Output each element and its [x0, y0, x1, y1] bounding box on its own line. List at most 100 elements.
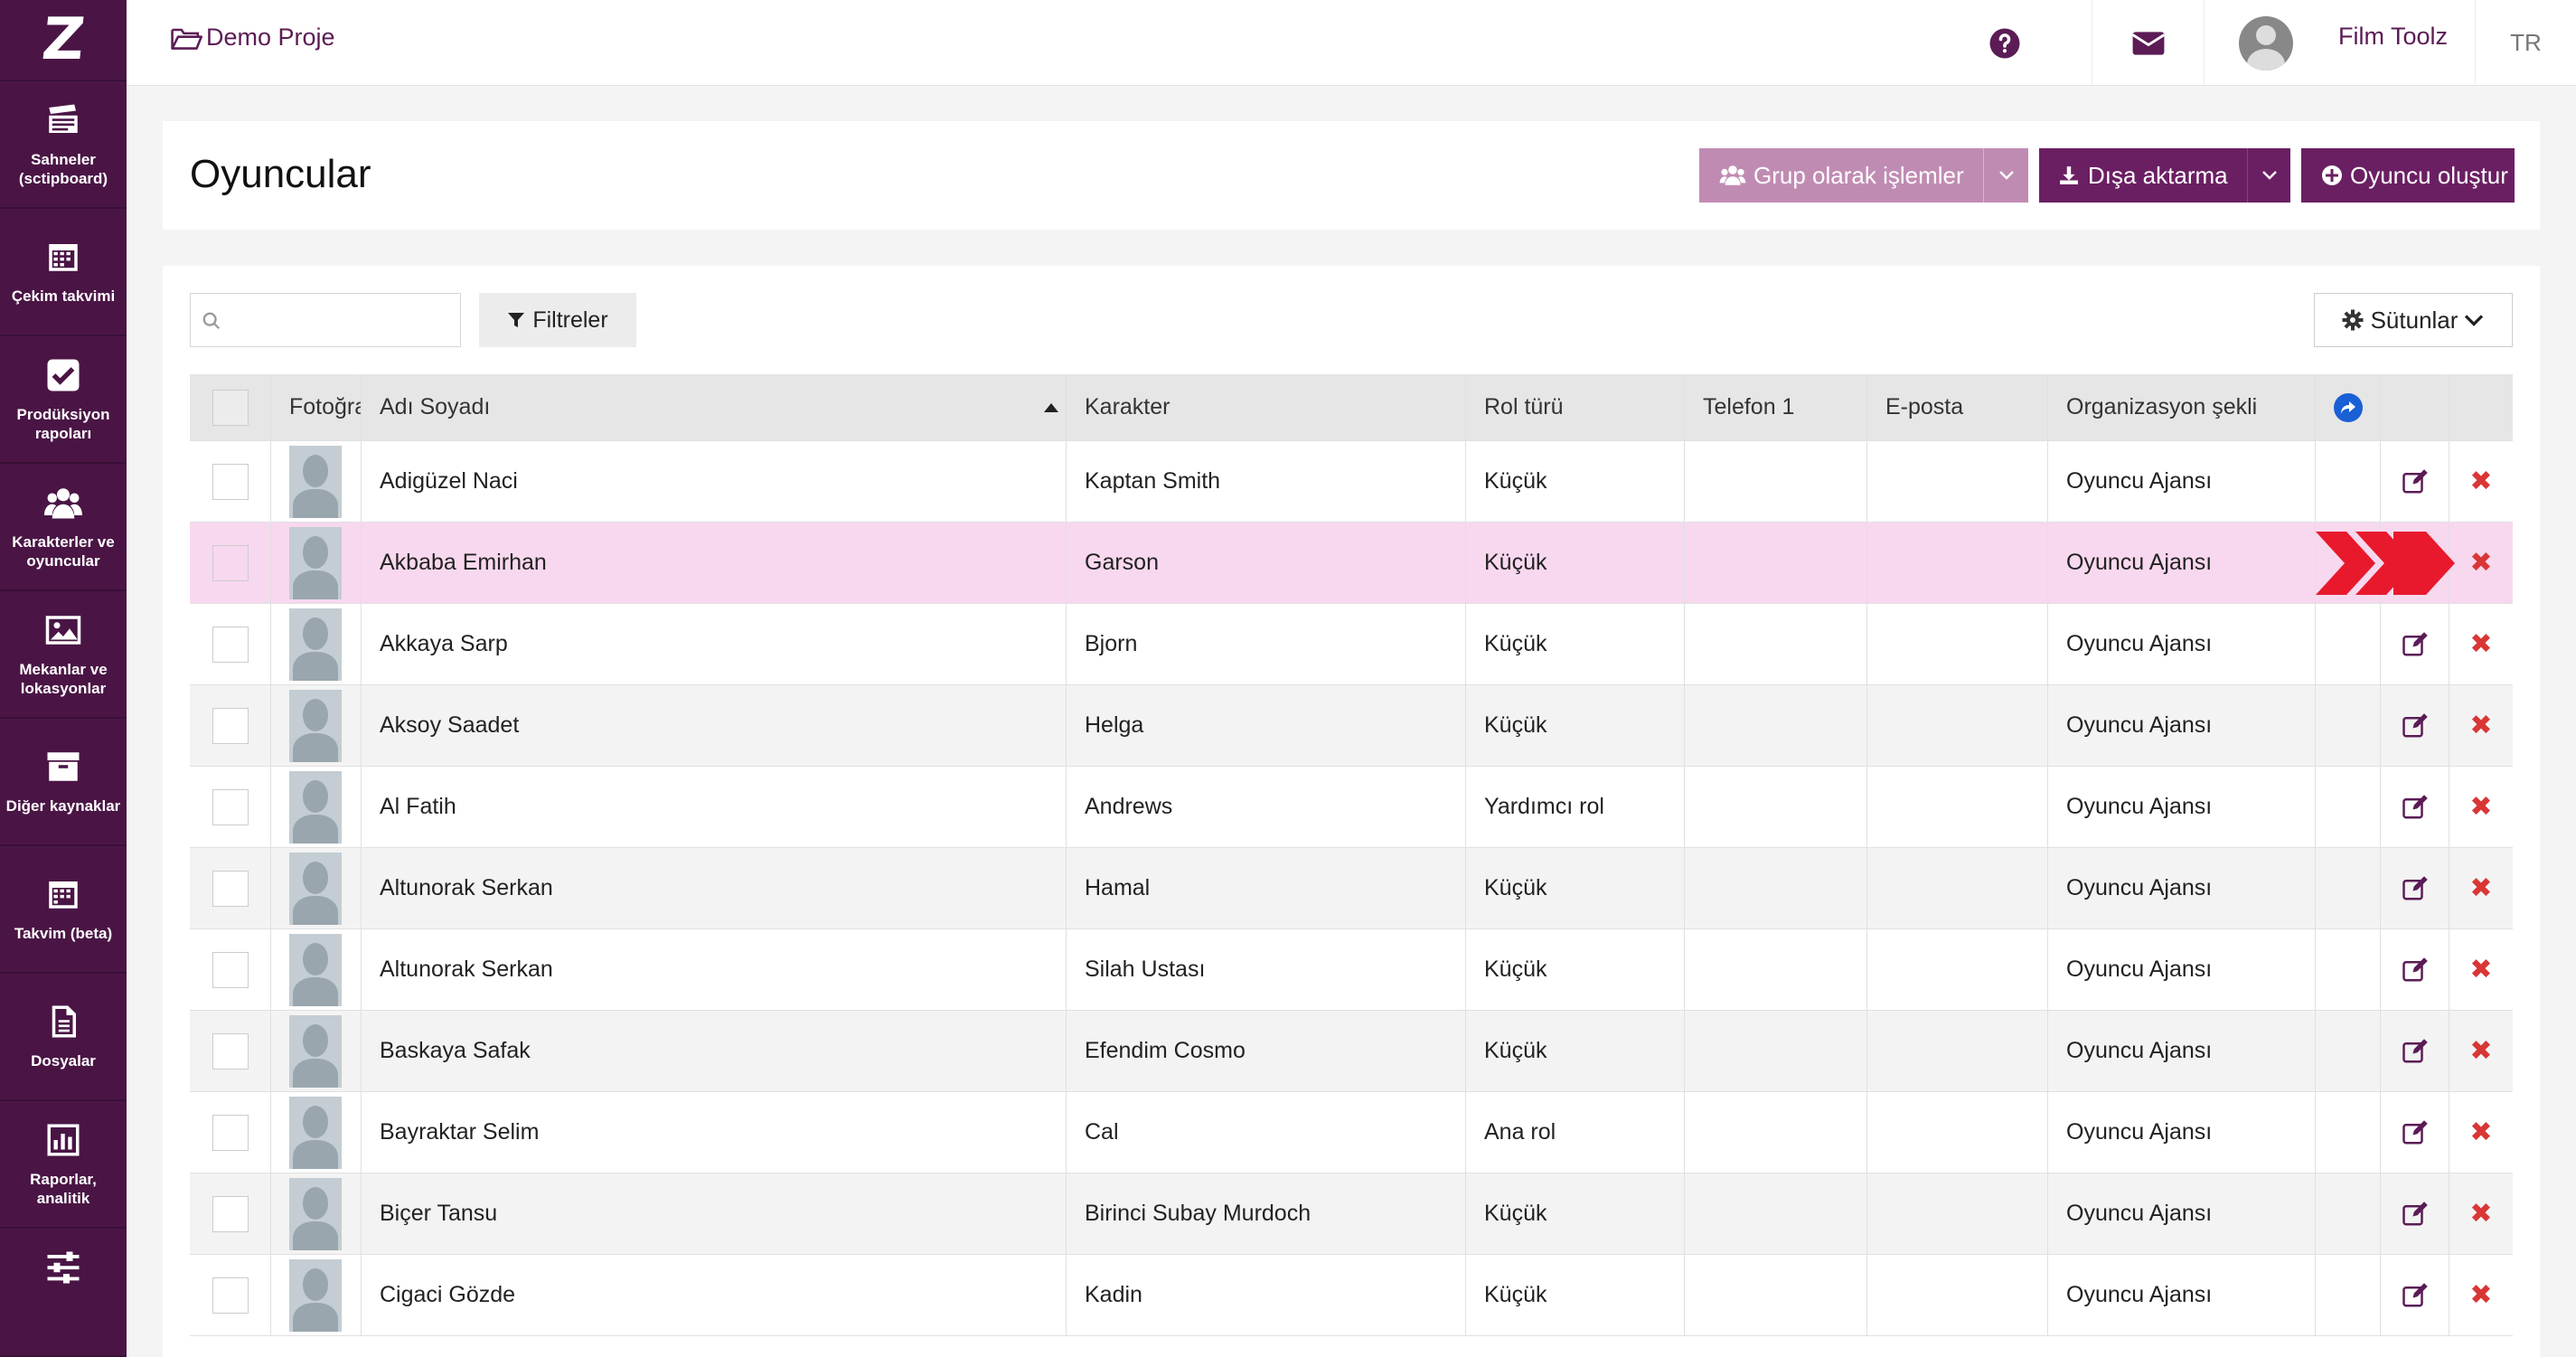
- sidebar-item-shooting-schedule[interactable]: Çekim takvimi: [0, 209, 127, 337]
- avatar: [2239, 15, 2293, 71]
- question-circle-icon: [1989, 28, 2020, 58]
- sidebar-item-locations[interactable]: Mekanlar ve lokasyonlar: [0, 591, 127, 720]
- sidebar-item-other-resources[interactable]: Diğer kaynaklar: [0, 719, 127, 847]
- create-actor-label: Oyuncu oluştur: [2350, 161, 2508, 189]
- row-checkbox[interactable]: [212, 1277, 249, 1314]
- name-cell[interactable]: Akkaya Sarp: [362, 604, 1067, 684]
- row-checkbox[interactable]: [212, 1032, 249, 1070]
- messages-button[interactable]: [2092, 0, 2204, 86]
- export-button[interactable]: Dışa aktarma: [2039, 148, 2290, 203]
- table-row[interactable]: Aksoy Saadet Helga Küçük Oyuncu Ajansı ✖: [190, 685, 2513, 767]
- table-row[interactable]: Baskaya Safak Efendim Cosmo Küçük Oyuncu Aj…: [190, 1011, 2513, 1092]
- row-checkbox[interactable]: [212, 951, 249, 988]
- user-menu[interactable]: Film Toolz: [2204, 0, 2475, 86]
- sidebar-item-scenes[interactable]: Sahneler (sctipboard): [0, 81, 127, 210]
- create-actor-button[interactable]: Oyuncu oluştur: [2301, 148, 2515, 203]
- character-cell: Andrews: [1067, 767, 1466, 847]
- table-row[interactable]: Adigüzel Naci Kaptan Smith Küçük Oyuncu Aja…: [190, 441, 2513, 523]
- edit-button[interactable]: [2381, 767, 2449, 847]
- row-checkbox[interactable]: [212, 544, 249, 581]
- edit-button[interactable]: [2381, 929, 2449, 1010]
- language-switcher[interactable]: TR: [2475, 0, 2576, 86]
- delete-button[interactable]: ✖: [2449, 1092, 2513, 1173]
- sidebar-item-reports[interactable]: Raporlar, analitik: [0, 1101, 127, 1230]
- row-checkbox[interactable]: [212, 463, 249, 500]
- sliders-icon: [47, 1251, 80, 1284]
- name-cell[interactable]: Bayraktar Selim: [362, 1092, 1067, 1173]
- name-cell[interactable]: Cigaci Gözde: [362, 1255, 1067, 1335]
- filters-button[interactable]: Filtreler: [479, 293, 636, 347]
- delete-button[interactable]: ✖: [2449, 767, 2513, 847]
- help-button[interactable]: [1960, 0, 2050, 86]
- col-role[interactable]: Rol türü: [1466, 374, 1685, 440]
- name-cell[interactable]: Akbaba Emirhan: [362, 523, 1067, 603]
- table-row[interactable]: Cigaci Gözde Kadin Küçük Oyuncu Ajansı ✖: [190, 1255, 2513, 1336]
- sidebar-item-settings[interactable]: [0, 1229, 127, 1357]
- delete-button[interactable]: ✖: [2449, 604, 2513, 684]
- name-cell[interactable]: Altunorak Serkan: [362, 848, 1067, 928]
- name-cell[interactable]: Al Fatih: [362, 767, 1067, 847]
- search-box[interactable]: [190, 293, 461, 347]
- group-actions-button[interactable]: Grup olarak işlemler: [1699, 148, 2028, 203]
- table-row[interactable]: Al Fatih Andrews Yardımcı rol Oyuncu Ajansı…: [190, 767, 2513, 848]
- group-actions-dropdown[interactable]: [1983, 148, 2028, 203]
- row-checkbox[interactable]: [212, 626, 249, 663]
- row-checkbox[interactable]: [212, 707, 249, 744]
- delete-button[interactable]: ✖: [2449, 1255, 2513, 1335]
- col-name[interactable]: Adı Soyadı: [362, 374, 1067, 440]
- sidebar-item-production-reports[interactable]: Prodüksiyon rapoları: [0, 336, 127, 465]
- edit-button[interactable]: [2381, 441, 2449, 522]
- edit-button[interactable]: [2381, 1092, 2449, 1173]
- edit-button[interactable]: [2381, 685, 2449, 766]
- phone-cell: [1685, 604, 1867, 684]
- breadcrumb[interactable]: Demo Proje: [170, 24, 335, 52]
- row-checkbox[interactable]: [212, 1114, 249, 1151]
- delete-button[interactable]: ✖: [2449, 1011, 2513, 1091]
- table-row[interactable]: Altunorak Serkan Hamal Küçük Oyuncu Ajansı ✖: [190, 848, 2513, 929]
- group-actions-main[interactable]: Grup olarak işlemler: [1699, 162, 1983, 190]
- row-checkbox[interactable]: [212, 870, 249, 907]
- app-logo[interactable]: Z: [0, 0, 127, 82]
- sidebar-item-calendar[interactable]: Takvim (beta): [0, 846, 127, 975]
- col-email[interactable]: E-posta: [1867, 374, 2048, 440]
- edit-button[interactable]: [2381, 848, 2449, 928]
- row-checkbox[interactable]: [212, 1195, 249, 1232]
- edit-button[interactable]: [2381, 1173, 2449, 1254]
- sidebar-item-files[interactable]: Dosyalar: [0, 974, 127, 1102]
- columns-button[interactable]: Sütunlar: [2314, 293, 2513, 347]
- export-main[interactable]: Dışa aktarma: [2039, 162, 2247, 190]
- select-all-checkbox[interactable]: [212, 389, 249, 426]
- name-cell[interactable]: Aksoy Saadet: [362, 685, 1067, 766]
- edit-icon: [2402, 794, 2428, 818]
- table-row[interactable]: Akkaya Sarp Bjorn Küçük Oyuncu Ajansı ✖: [190, 604, 2513, 685]
- name-cell[interactable]: Biçer Tansu: [362, 1173, 1067, 1254]
- name-cell[interactable]: Adigüzel Naci: [362, 441, 1067, 522]
- row-checkbox[interactable]: [212, 788, 249, 825]
- table-row[interactable]: Biçer Tansu Birinci Subay Murdoch Küçük Oyu…: [190, 1173, 2513, 1255]
- export-dropdown[interactable]: [2247, 148, 2290, 203]
- delete-button[interactable]: ✖: [2449, 848, 2513, 928]
- col-org[interactable]: Organizasyon şekli: [2048, 374, 2316, 440]
- name-cell[interactable]: Baskaya Safak: [362, 1011, 1067, 1091]
- col-phone[interactable]: Telefon 1: [1685, 374, 1867, 440]
- role-cell: Küçük: [1466, 929, 1685, 1010]
- edit-button[interactable]: [2381, 1255, 2449, 1335]
- col-character[interactable]: Karakter: [1067, 374, 1466, 440]
- table-row[interactable]: Akbaba Emirhan Garson Küçük Oyuncu Ajansı ✖: [190, 523, 2513, 604]
- search-input[interactable]: [230, 301, 447, 339]
- delete-button[interactable]: ✖: [2449, 523, 2513, 603]
- name-cell[interactable]: Altunorak Serkan: [362, 929, 1067, 1010]
- delete-button[interactable]: ✖: [2449, 685, 2513, 766]
- email-cell: [1867, 685, 2048, 766]
- table-row[interactable]: Altunorak Serkan Silah Ustası Küçük Oyuncu …: [190, 929, 2513, 1011]
- table-row[interactable]: Bayraktar Selim Cal Ana rol Oyuncu Ajansı ✖: [190, 1092, 2513, 1173]
- edit-button[interactable]: [2381, 604, 2449, 684]
- photo-cell: [271, 848, 362, 928]
- org-cell: Oyuncu Ajansı: [2048, 929, 2316, 1010]
- sidebar-item-characters-actors[interactable]: Karakterler ve oyuncular: [0, 464, 127, 592]
- delete-button[interactable]: ✖: [2449, 929, 2513, 1010]
- delete-button[interactable]: ✖: [2449, 1173, 2513, 1254]
- delete-button[interactable]: ✖: [2449, 441, 2513, 522]
- share-icon[interactable]: [2333, 392, 2363, 422]
- edit-button[interactable]: [2381, 1011, 2449, 1091]
